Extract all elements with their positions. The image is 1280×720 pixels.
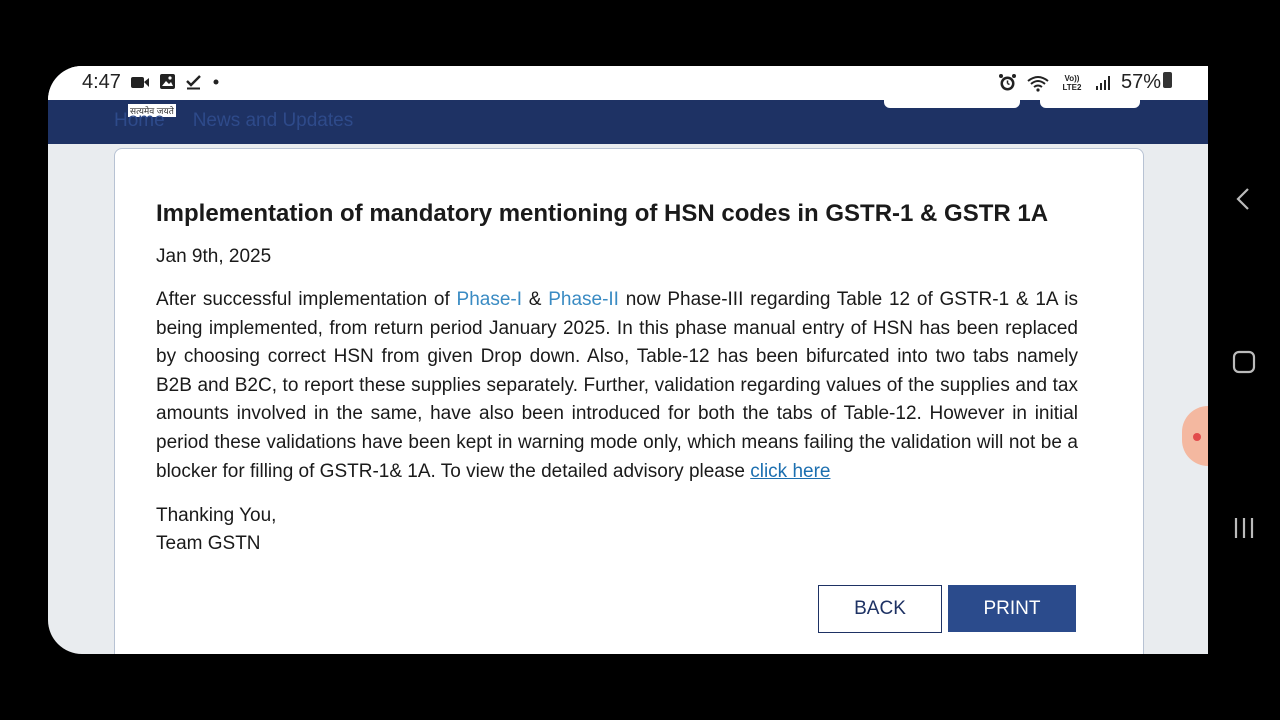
phase-2-link[interactable]: Phase-II <box>548 289 619 310</box>
status-time: 4:47 <box>82 71 121 93</box>
click-here-link[interactable]: click here <box>750 461 830 482</box>
phone-screen: 4:47 Vo)) LTE2 57% सत्यमेव जयते Home New… <box>48 66 1280 654</box>
print-button[interactable]: PRINT <box>948 585 1076 632</box>
site-nav-band: सत्यमेव जयते Home News and Updates <box>48 100 1208 144</box>
status-right-icons: Vo)) LTE2 57% <box>998 71 1172 94</box>
dot-icon <box>213 79 219 84</box>
volte-label: Vo)) LTE2 <box>1062 73 1082 92</box>
wifi-icon <box>1027 75 1049 92</box>
image-icon <box>160 74 175 89</box>
check-icon <box>186 75 201 90</box>
signature-line-1: Thanking You, <box>156 505 277 526</box>
signature: Thanking You, Team GSTN <box>156 502 276 558</box>
article-body: After successful implementation of Phase… <box>156 289 1078 482</box>
battery-percent: 57% <box>1121 71 1172 94</box>
record-dot-icon <box>1193 433 1201 441</box>
signature-line-2: Team GSTN <box>156 533 261 554</box>
header-button-2[interactable] <box>1040 100 1140 108</box>
status-bar: 4:47 Vo)) LTE2 57% <box>48 66 1208 100</box>
article-date: Jan 9th, 2025 <box>156 246 272 267</box>
breadcrumb-home[interactable]: Home <box>114 110 165 132</box>
video-icon <box>131 76 149 88</box>
header-button-1[interactable] <box>884 100 1020 108</box>
news-detail-card: Implementation of mandatory mentioning o… <box>114 148 1144 654</box>
alarm-icon <box>998 74 1016 91</box>
back-button[interactable]: BACK <box>818 585 942 633</box>
article-title: Implementation of mandatory mentioning o… <box>156 200 1049 227</box>
back-chevron-icon[interactable] <box>1232 186 1254 212</box>
recents-icon[interactable] <box>1232 516 1256 540</box>
breadcrumb-current: News and Updates <box>192 110 354 131</box>
breadcrumb: Home News and Updates <box>114 110 353 132</box>
phase-1-link[interactable]: Phase-I <box>457 289 522 310</box>
battery-icon <box>1163 72 1172 88</box>
signal-icon <box>1095 75 1110 90</box>
home-square-icon[interactable] <box>1232 350 1256 374</box>
status-left-icons <box>130 73 221 90</box>
